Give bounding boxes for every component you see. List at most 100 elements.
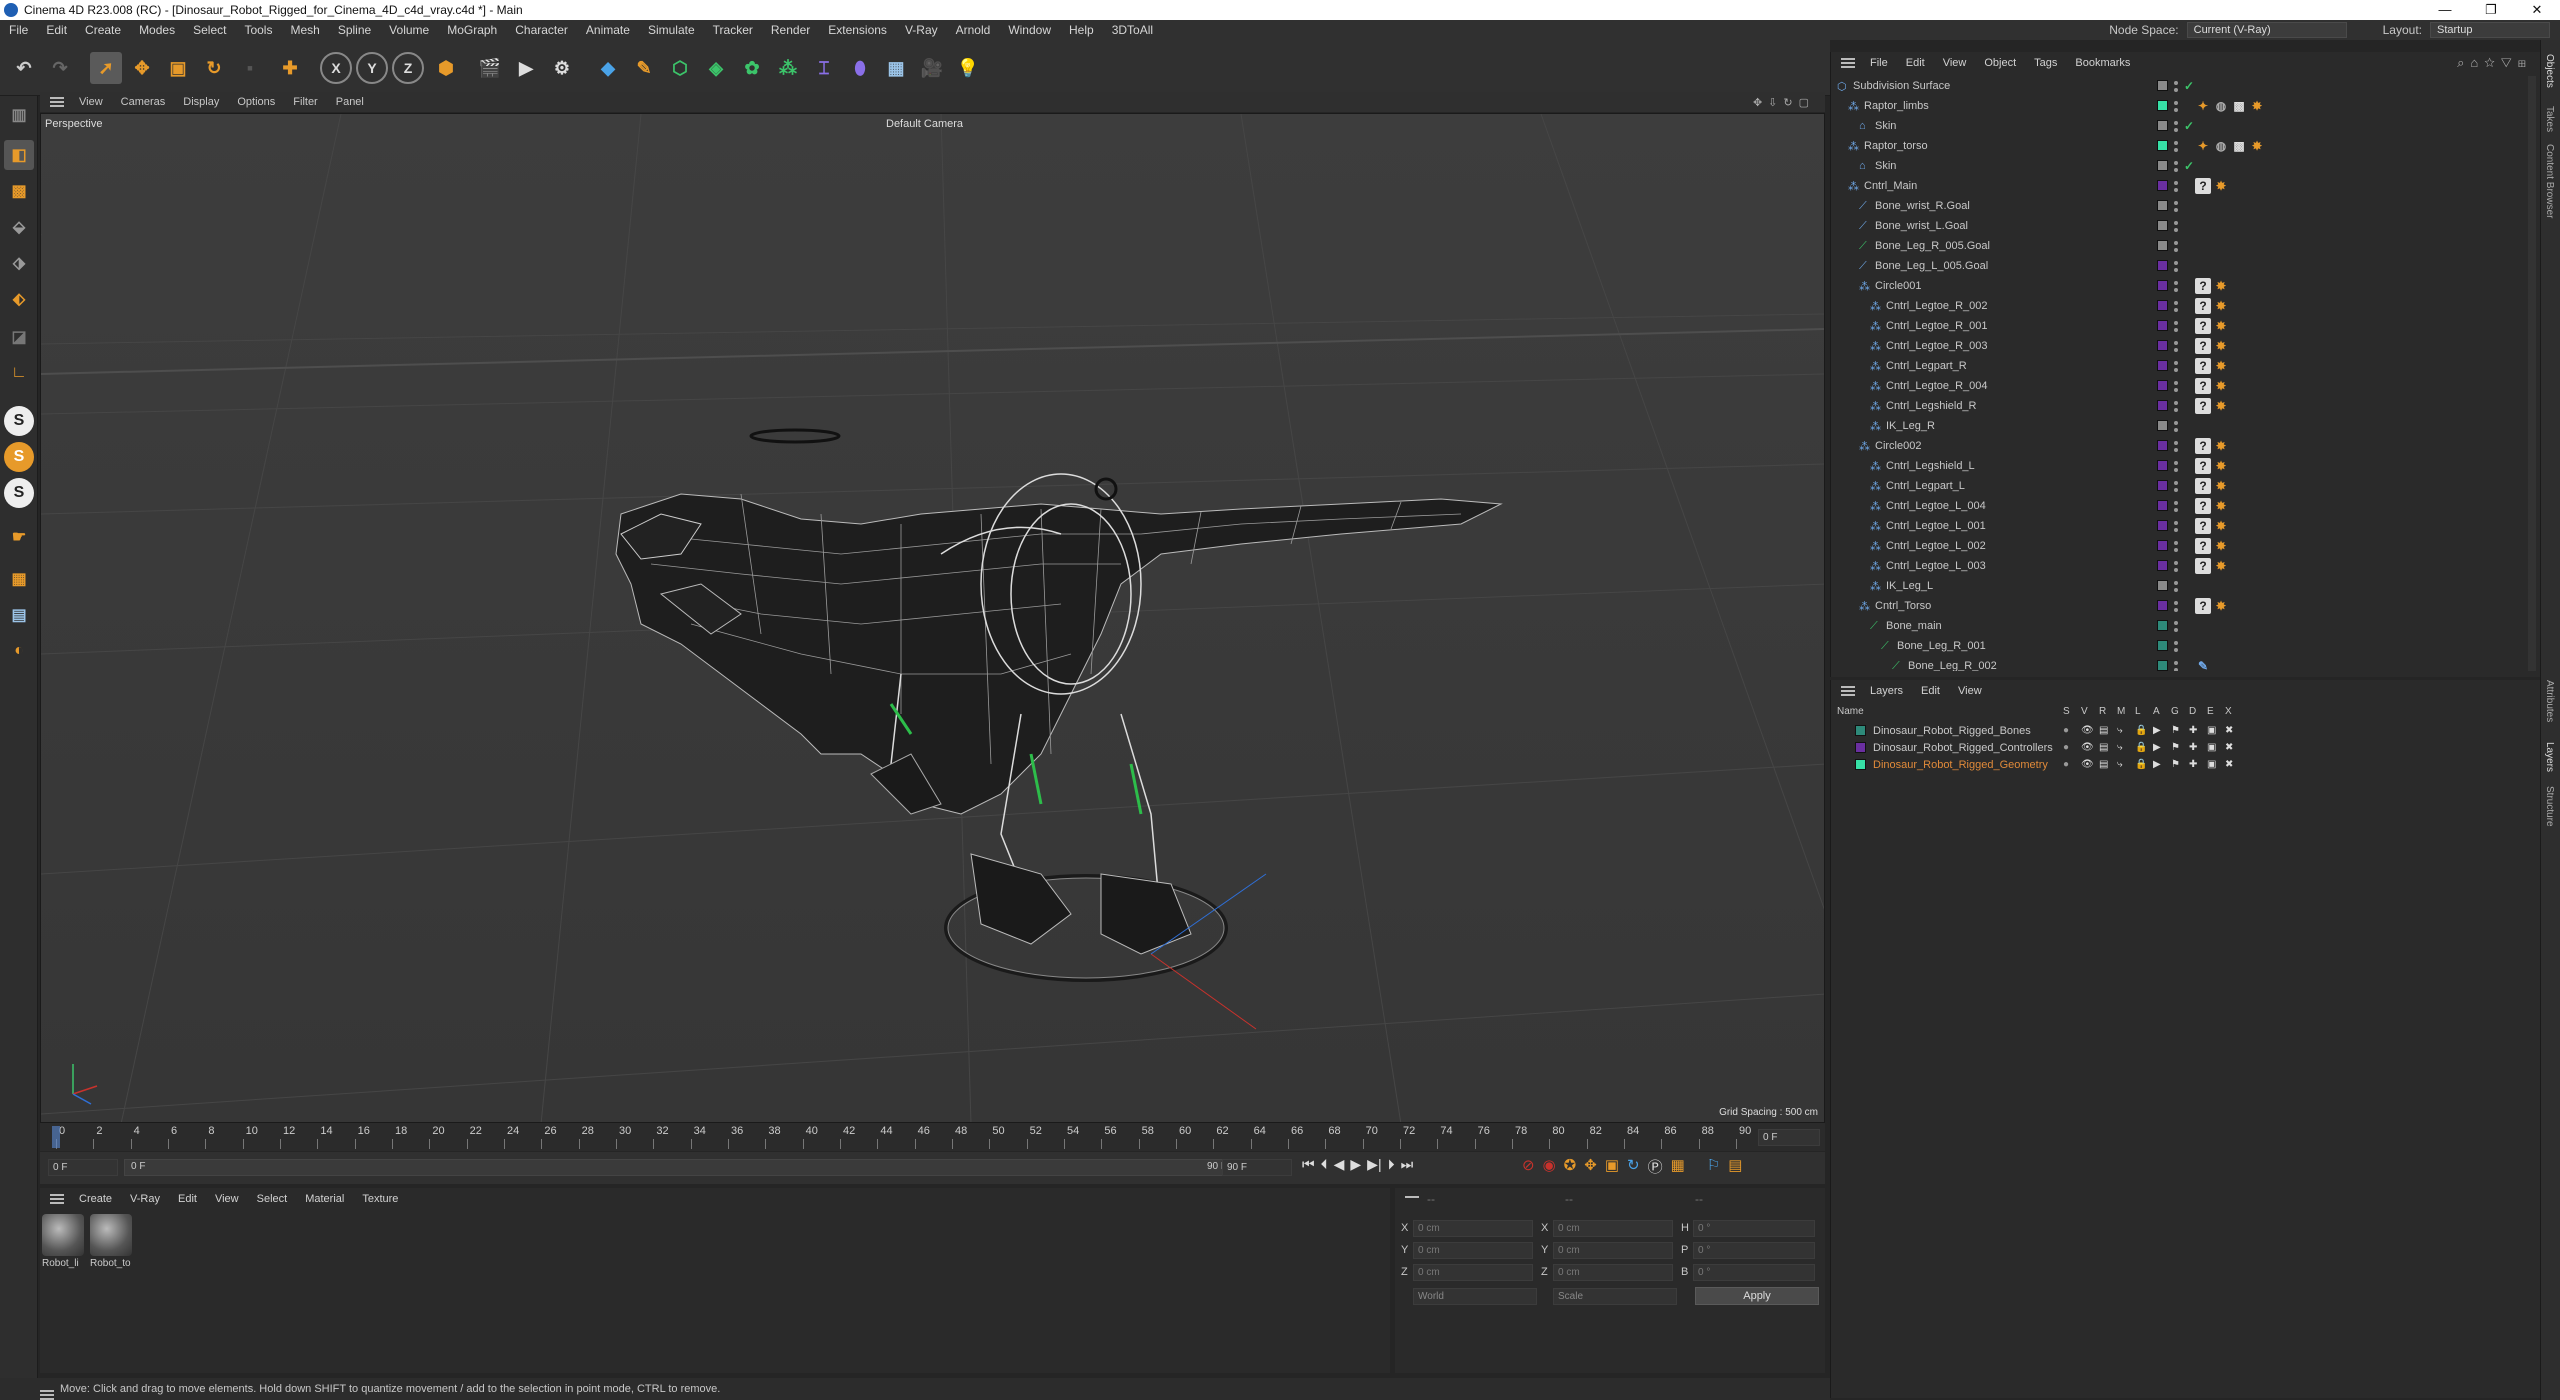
- camera-label[interactable]: Default Camera: [886, 118, 963, 130]
- object-manager-search-icons[interactable]: ⌕⌂☆▽⊞: [2457, 55, 2532, 71]
- layer-row[interactable]: Dinosaur_Robot_Rigged_Controllers ● 👁 ▤ ⤷ 🔒 ▶ ⚑…: [1831, 739, 2541, 756]
- ik-tag-icon[interactable]: ✸: [2249, 98, 2265, 114]
- layer-color-swatch[interactable]: [2157, 560, 2168, 571]
- material-menu-texture[interactable]: Texture: [353, 1193, 407, 1205]
- object-row[interactable]: ⁂ Raptor_torso ✦ ◍ ▩ ✸: [1831, 136, 2531, 156]
- xref-icon[interactable]: ✖: [2225, 725, 2233, 736]
- object-list-scrollbar[interactable]: [2528, 76, 2536, 671]
- question-tag-icon[interactable]: ?: [2195, 558, 2211, 574]
- layer-color-swatch[interactable]: [2157, 460, 2168, 471]
- expression-icon[interactable]: ▣: [2207, 742, 2216, 753]
- workplane-grid-icon[interactable]: ▤: [4, 600, 34, 630]
- size-x-field[interactable]: 0 cm: [1553, 1220, 1673, 1237]
- visibility-dots[interactable]: [2174, 639, 2178, 653]
- snap-button[interactable]: S: [4, 406, 34, 436]
- object-menu-object[interactable]: Object: [1975, 57, 2025, 69]
- menu-extensions[interactable]: Extensions: [819, 23, 896, 37]
- render-view-icon[interactable]: ▶: [510, 52, 542, 84]
- layer-color-swatch[interactable]: [2157, 200, 2168, 211]
- object-row[interactable]: ⁂ Cntrl_Legtoe_L_004? ✸: [1831, 496, 2531, 516]
- scale-tool-icon[interactable]: ▣: [162, 52, 194, 84]
- object-menu-view[interactable]: View: [1934, 57, 1976, 69]
- 3d-viewport[interactable]: Perspective Default Camera Grid Spacing …: [40, 113, 1825, 1123]
- layer-row[interactable]: Dinosaur_Robot_Rigged_Bones ● 👁 ▤ ⤷ 🔒 ▶ ⚑ ✚ ▣ ✖: [1831, 722, 2541, 739]
- tab-layers[interactable]: Layers: [2544, 742, 2555, 772]
- object-row[interactable]: ⁂ Cntrl_Legshield_L? ✸: [1831, 456, 2531, 476]
- visibility-dots[interactable]: [2174, 259, 2178, 273]
- material-menu-icon[interactable]: [50, 1194, 64, 1204]
- move-tool-icon[interactable]: ✥: [126, 52, 158, 84]
- question-tag-icon[interactable]: ?: [2195, 458, 2211, 474]
- object-row[interactable]: ⁂ Circle001? ✸: [1831, 276, 2531, 296]
- visibility-dots[interactable]: [2174, 359, 2178, 373]
- menu-tracker[interactable]: Tracker: [704, 23, 762, 37]
- question-tag-icon[interactable]: ?: [2195, 358, 2211, 374]
- question-tag-icon[interactable]: ?: [2195, 178, 2211, 194]
- question-tag-icon[interactable]: ?: [2195, 278, 2211, 294]
- menu-spline[interactable]: Spline: [329, 23, 380, 37]
- visibility-dots[interactable]: [2174, 159, 2178, 173]
- question-tag-icon[interactable]: ?: [2195, 498, 2211, 514]
- menu-modes[interactable]: Modes: [130, 23, 184, 37]
- visibility-dots[interactable]: [2174, 439, 2178, 453]
- layer-color-swatch[interactable]: [2157, 240, 2168, 251]
- visibility-dots[interactable]: [2174, 199, 2178, 213]
- ik-tag-icon[interactable]: ✸: [2213, 358, 2229, 374]
- visibility-dots[interactable]: [2174, 479, 2178, 493]
- solo-icon[interactable]: ◐: [4, 636, 34, 666]
- visibility-dots[interactable]: [2174, 379, 2178, 393]
- layer-color-swatch[interactable]: [2157, 620, 2168, 631]
- layer-color-swatch[interactable]: [2157, 420, 2168, 431]
- object-row[interactable]: ⁂ Cntrl_Legtoe_L_001? ✸: [1831, 516, 2531, 536]
- menu-character[interactable]: Character: [506, 23, 577, 37]
- key-scale-icon[interactable]: ▣: [1605, 1156, 1619, 1177]
- material-menu-view[interactable]: View: [206, 1193, 248, 1205]
- visibility-dots[interactable]: [2174, 559, 2178, 573]
- object-menu-icon[interactable]: [1841, 58, 1855, 68]
- ik-tag-icon[interactable]: ✸: [2213, 478, 2229, 494]
- z-axis-lock-button[interactable]: Z: [392, 52, 424, 84]
- visibility-dots[interactable]: [2174, 139, 2178, 153]
- enabled-check-icon[interactable]: ✓: [2181, 158, 2197, 174]
- question-tag-icon[interactable]: ?: [2195, 478, 2211, 494]
- object-menu-edit[interactable]: Edit: [1897, 57, 1934, 69]
- object-row[interactable]: ⁂ Cntrl_Legtoe_R_002? ✸: [1831, 296, 2531, 316]
- point-mode-icon[interactable]: ⬙: [4, 212, 34, 242]
- playhead[interactable]: [52, 1126, 60, 1148]
- key-pla-icon[interactable]: ▦: [1671, 1156, 1685, 1177]
- layer-color-swatch[interactable]: [2157, 480, 2168, 491]
- apply-button[interactable]: Apply: [1695, 1287, 1819, 1305]
- visibility-dots[interactable]: [2174, 579, 2178, 593]
- layer-menu-edit[interactable]: Edit: [1912, 685, 1949, 697]
- object-row[interactable]: ⁂ Cntrl_Legtoe_R_004? ✸: [1831, 376, 2531, 396]
- x-axis-lock-button[interactable]: X: [320, 52, 352, 84]
- layer-menu-icon[interactable]: [1841, 686, 1855, 696]
- object-row[interactable]: ⟋ Bone_main: [1831, 616, 2531, 636]
- vray-tag-icon[interactable]: ✦: [2195, 98, 2211, 114]
- menu-volume[interactable]: Volume: [380, 23, 438, 37]
- lock-icon[interactable]: 🔒: [2135, 742, 2147, 753]
- expression-icon[interactable]: ▣: [2207, 725, 2216, 736]
- size-z-field[interactable]: 0 cm: [1553, 1264, 1673, 1281]
- rot-b-field[interactable]: 0 °: [1693, 1264, 1815, 1281]
- cloner-icon[interactable]: ✿: [736, 52, 768, 84]
- visibility-dots[interactable]: [2174, 459, 2178, 473]
- axis-mode-icon[interactable]: ∟: [4, 358, 34, 388]
- object-row[interactable]: ⟋ Bone_Leg_L_005.Goal: [1831, 256, 2531, 276]
- model-mode-icon[interactable]: ◧: [4, 140, 34, 170]
- layer-color-swatch[interactable]: [2157, 540, 2168, 551]
- object-row[interactable]: ⁂ IK_Leg_R: [1831, 416, 2531, 436]
- render-settings-icon[interactable]: ⚙: [546, 52, 578, 84]
- visibility-dots[interactable]: [2174, 279, 2178, 293]
- viewport-menu-view[interactable]: View: [70, 96, 112, 108]
- question-tag-icon[interactable]: ?: [2195, 538, 2211, 554]
- generator-icon[interactable]: ⚑: [2171, 759, 2180, 770]
- prev-frame-icon[interactable]: ◀: [1334, 1156, 1345, 1173]
- extrude-icon[interactable]: ◈: [700, 52, 732, 84]
- redo-icon[interactable]: ↷: [44, 52, 76, 84]
- ik-tag-icon[interactable]: ✸: [2213, 278, 2229, 294]
- visibility-dots[interactable]: [2174, 99, 2178, 113]
- make-editable-icon[interactable]: ▥: [4, 100, 34, 130]
- size-y-field[interactable]: 0 cm: [1553, 1242, 1673, 1259]
- question-tag-icon[interactable]: ?: [2195, 318, 2211, 334]
